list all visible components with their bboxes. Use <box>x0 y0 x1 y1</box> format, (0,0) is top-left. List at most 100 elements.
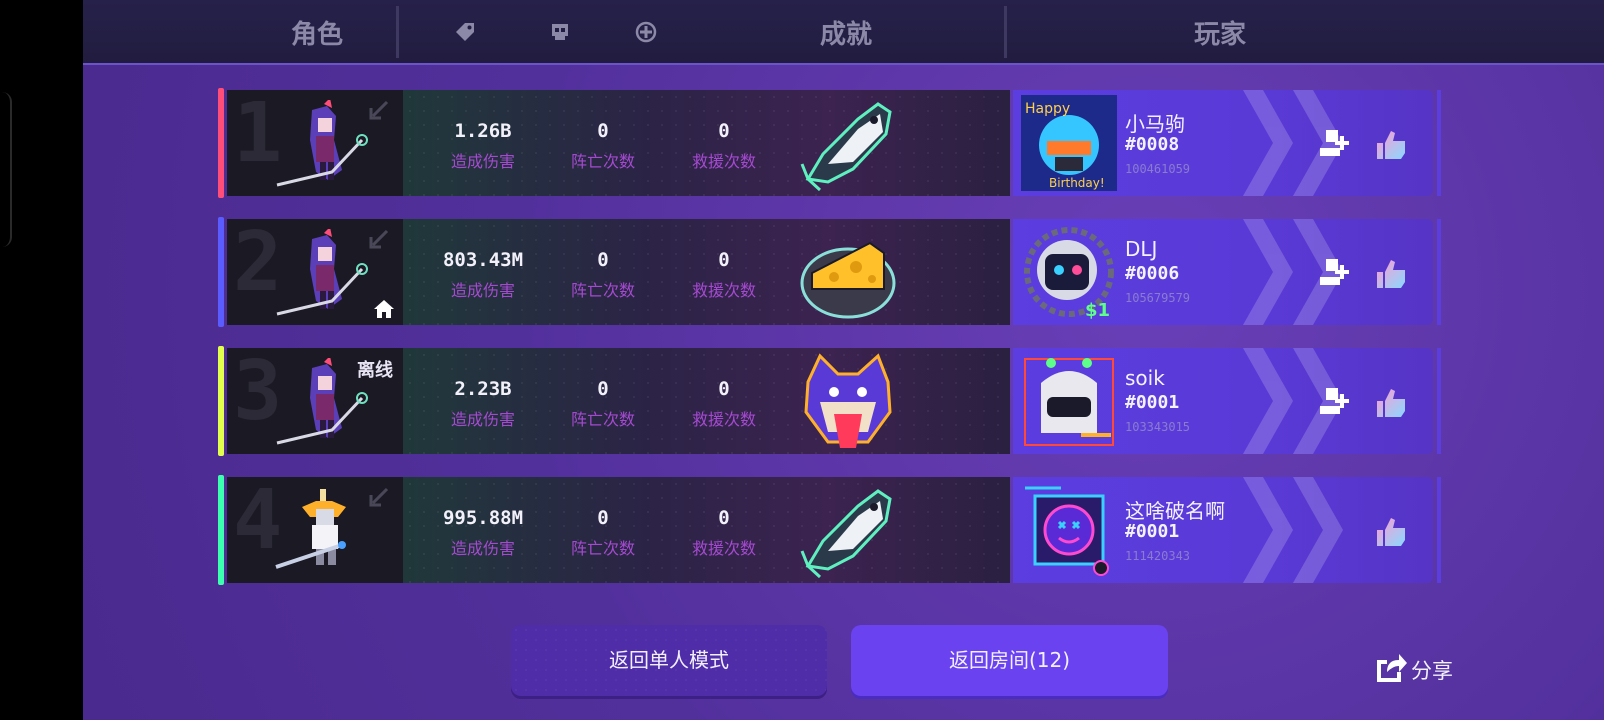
stats-cell: 803.43M 造成伤害 0 阵亡次数 0 救援次数 <box>403 219 1010 325</box>
damage-stat: 1.26B 造成伤害 <box>423 120 543 172</box>
deaths-value: 0 <box>597 120 609 142</box>
player-id: 103343015 <box>1125 420 1191 434</box>
results-screen: 角色 成就 玩家 1 1.26B 造成伤害 0 阵亡次数 0 救援次数 Happ… <box>83 0 1604 720</box>
svg-text:Birthday!: Birthday! <box>1049 176 1105 190</box>
row-accent-bar <box>218 88 224 198</box>
character-cell[interactable]: 1 <box>227 86 403 196</box>
crosshair-plus-icon <box>635 21 657 43</box>
share-label: 分享 <box>1411 659 1453 683</box>
header-character: 角色 <box>291 20 344 50</box>
svg-text:Happy: Happy <box>1025 101 1070 117</box>
wolf-icon[interactable] <box>798 352 898 452</box>
rescues-value: 0 <box>718 120 730 142</box>
rescues-label: 救援次数 <box>691 152 756 171</box>
share-icon <box>1377 654 1407 682</box>
rescues-value: 0 <box>718 507 730 529</box>
player-cell: soik #0001 103343015 <box>1013 348 1433 454</box>
deaths-label: 阵亡次数 <box>570 410 635 429</box>
player-name: 小马驹 <box>1125 112 1185 136</box>
deaths-label: 阵亡次数 <box>570 539 635 558</box>
rescues-stat: 0 救援次数 <box>664 507 784 559</box>
neon-abyss-avatar-icon[interactable] <box>1021 482 1117 578</box>
deaths-value: 0 <box>597 507 609 529</box>
skull-icon <box>552 24 568 40</box>
character-cell[interactable]: 4 <box>227 473 403 583</box>
player-row: 1 1.26B 造成伤害 0 阵亡次数 0 救援次数 Happy Birthda… <box>218 86 1456 198</box>
header-divider <box>396 6 399 58</box>
header-player: 玩家 <box>1194 20 1247 50</box>
character-sprite-icon <box>276 358 368 445</box>
damage-stat: 803.43M 造成伤害 <box>423 249 543 301</box>
character-sprite-icon <box>276 100 368 187</box>
cheese-icon[interactable] <box>798 223 898 323</box>
hooded-robot-avatar-icon[interactable] <box>1021 353 1117 449</box>
player-row: 3 离线 2.23B 造成伤害 0 阵亡次数 0 救援次数 soik #0001… <box>218 344 1456 456</box>
rescues-stat: 0 救援次数 <box>664 378 784 430</box>
stats-cell: 1.26B 造成伤害 0 阵亡次数 0 救援次数 <box>403 90 1010 196</box>
player-id: 105679579 <box>1125 291 1191 305</box>
like-icon[interactable] <box>1373 514 1409 550</box>
row-accent-bar <box>218 346 224 456</box>
player-cell: $1 DLJ #0006 105679579 <box>1013 219 1433 325</box>
fish-icon[interactable] <box>798 94 898 194</box>
damage-label: 造成伤害 <box>450 539 515 558</box>
player-id: 100461059 <box>1125 162 1191 176</box>
deaths-stat: 0 阵亡次数 <box>543 249 663 301</box>
row-edge <box>1437 219 1441 325</box>
player-row: 4 995.88M 造成伤害 0 阵亡次数 0 救援次数 这啥破名啊 #0001… <box>218 473 1456 585</box>
player-id: 111420343 <box>1125 549 1191 563</box>
like-icon[interactable] <box>1373 256 1409 292</box>
character-cell[interactable]: 2 <box>227 215 403 325</box>
player-tag: #0001 <box>1125 392 1180 413</box>
player-cell: 这啥破名啊 #0001 111420343 <box>1013 477 1433 583</box>
deaths-stat: 0 阵亡次数 <box>543 507 663 559</box>
deaths-stat: 0 阵亡次数 <box>543 378 663 430</box>
add-friend-icon[interactable] <box>1316 384 1352 420</box>
deaths-stat: 0 阵亡次数 <box>543 120 663 172</box>
rescues-value: 0 <box>718 378 730 400</box>
header-achievement: 成就 <box>820 20 873 50</box>
home-icon <box>374 300 394 318</box>
birthday-robot-avatar-icon[interactable]: Happy Birthday! <box>1021 95 1117 191</box>
player-row: 2 803.43M 造成伤害 0 阵亡次数 0 救援次数 $1 DLJ #000… <box>218 215 1456 327</box>
player-tag: #0006 <box>1125 263 1180 284</box>
stats-cell: 995.88M 造成伤害 0 阵亡次数 0 救援次数 <box>403 477 1010 583</box>
player-name: 这啥破名啊 <box>1125 499 1225 523</box>
rescues-value: 0 <box>718 249 730 271</box>
astronaut-avatar-icon[interactable]: $1 <box>1021 224 1117 320</box>
deaths-label: 阵亡次数 <box>570 281 635 300</box>
damage-value: 803.43M <box>442 249 524 271</box>
player-tag: #0001 <box>1125 521 1180 542</box>
player-name: soik <box>1125 366 1165 390</box>
damage-label: 造成伤害 <box>450 152 515 171</box>
device-bezel <box>0 0 83 720</box>
player-name: DLJ <box>1125 237 1158 261</box>
damage-stat: 995.88M 造成伤害 <box>423 507 543 559</box>
row-edge <box>1437 348 1441 454</box>
camera-notch <box>0 92 12 247</box>
row-edge <box>1437 90 1441 196</box>
deaths-value: 0 <box>597 378 609 400</box>
add-friend-icon[interactable] <box>1316 126 1352 162</box>
damage-stat: 2.23B 造成伤害 <box>423 378 543 430</box>
like-icon[interactable] <box>1373 127 1409 163</box>
return-room-button[interactable]: 返回房间(12) <box>851 625 1168 696</box>
table-header: 角色 成就 玩家 <box>83 0 1604 65</box>
damage-value: 995.88M <box>442 507 524 529</box>
tag-icon <box>456 23 474 41</box>
row-accent-bar <box>218 217 224 327</box>
rescues-label: 救援次数 <box>691 410 756 429</box>
character-sprite-icon <box>276 229 368 316</box>
rescues-stat: 0 救援次数 <box>664 249 784 301</box>
add-friend-icon[interactable] <box>1316 255 1352 291</box>
fish-icon[interactable] <box>798 481 898 581</box>
row-accent-bar <box>218 475 224 585</box>
svg-text:$1: $1 <box>1085 300 1110 320</box>
header-divider <box>1004 6 1007 58</box>
like-icon[interactable] <box>1373 385 1409 421</box>
player-tag: #0008 <box>1125 134 1180 155</box>
character-cell[interactable]: 3 离线 <box>227 344 403 454</box>
deaths-label: 阵亡次数 <box>570 152 635 171</box>
stats-cell: 2.23B 造成伤害 0 阵亡次数 0 救援次数 <box>403 348 1010 454</box>
return-single-mode-button[interactable]: 返回单人模式 <box>511 625 827 696</box>
